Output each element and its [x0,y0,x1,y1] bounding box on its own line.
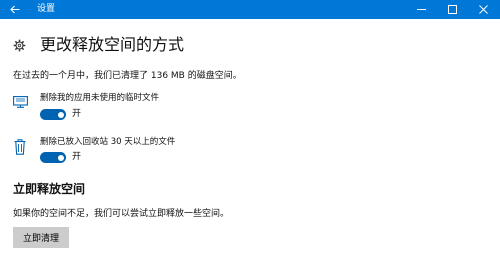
trash-icon [14,139,26,155]
temp-files-toggle[interactable] [40,109,66,120]
toggle-knob [57,154,64,161]
option-recycle-bin-label: 删除已放入回收站 30 天以上的文件 [40,137,176,147]
maximize-button[interactable] [437,0,468,19]
minimize-icon [417,9,426,10]
close-button[interactable] [468,0,499,19]
temp-files-toggle-state: 开 [72,109,82,119]
cleanup-summary: 在过去的一个月中，我们已清理了 136 MB 的磁盘空间。 [13,71,242,81]
free-space-now-description: 如果你的空间不足，我们可以尝试立即释放一些空间。 [13,209,230,219]
toggle-knob [57,111,64,118]
close-icon [479,5,488,14]
back-button[interactable] [0,0,30,19]
back-arrow-icon [10,5,20,14]
clean-now-button[interactable]: 立即清理 [13,227,69,248]
minimize-button[interactable] [406,0,437,19]
title-bar: 设置 [0,0,500,19]
free-space-now-heading: 立即释放空间 [13,182,86,196]
recycle-bin-toggle[interactable] [40,152,66,163]
page-title: 更改释放空间的方式 [40,35,185,54]
option-temp-files-label: 删除我的应用未使用的临时文件 [40,93,160,103]
gear-icon [13,39,26,52]
maximize-icon [448,5,457,14]
monitor-icon [13,96,28,108]
window-title: 设置 [37,4,56,14]
recycle-bin-toggle-state: 开 [72,152,82,162]
